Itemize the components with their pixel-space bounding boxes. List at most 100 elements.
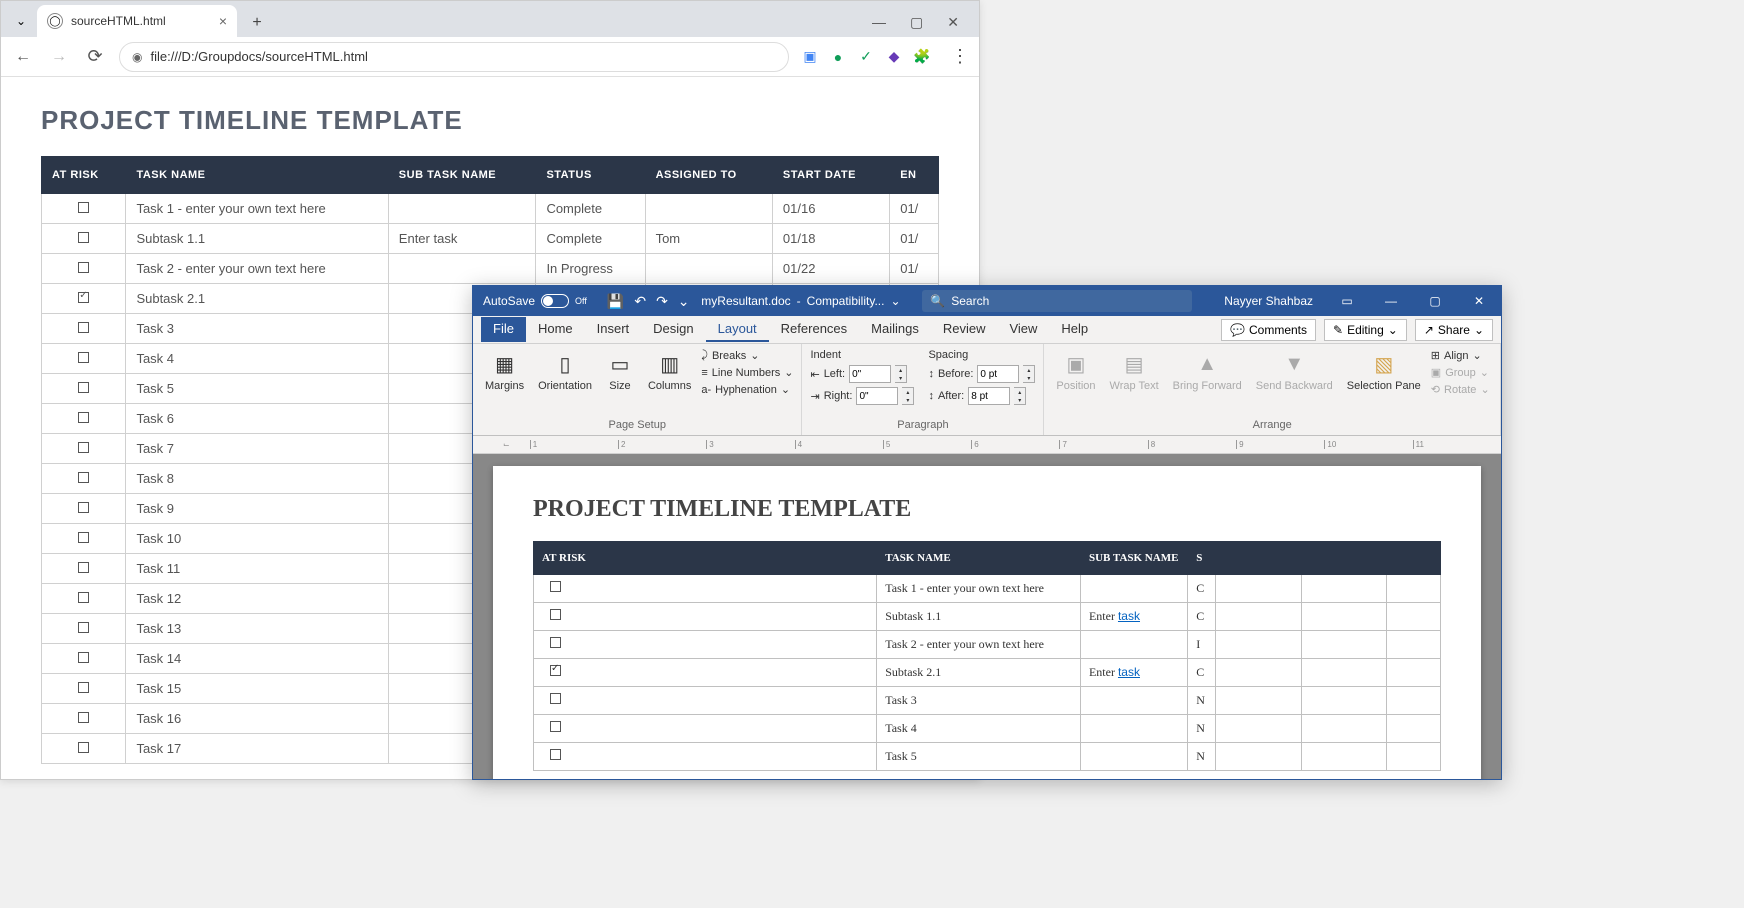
breaks-button[interactable]: ⤸Breaks ⌄: [701, 348, 793, 363]
reload-button[interactable]: ⟳: [83, 45, 107, 69]
indent-left-input[interactable]: [849, 365, 891, 383]
columns-button[interactable]: ▥Columns: [644, 348, 695, 394]
ribbon-tab-references[interactable]: References: [769, 317, 859, 342]
extension-icon[interactable]: ●: [829, 48, 847, 66]
ribbon-tab-insert[interactable]: Insert: [585, 317, 642, 342]
spinner[interactable]: ▴▾: [895, 365, 907, 383]
hyphenation-button[interactable]: a-Hyphenation ⌄: [701, 382, 793, 397]
wrap-text-button[interactable]: ▤Wrap Text: [1106, 348, 1163, 394]
comments-button[interactable]: 💬Comments: [1221, 319, 1316, 341]
qat-dropdown-icon[interactable]: ⌄: [678, 293, 690, 310]
margins-button[interactable]: ▦Margins: [481, 348, 528, 394]
extension-icon[interactable]: ▣: [801, 48, 819, 66]
at-risk-cell[interactable]: [42, 434, 126, 464]
selection-pane-button[interactable]: ▧Selection Pane: [1343, 348, 1425, 394]
search-input[interactable]: 🔍 Search: [922, 290, 1192, 312]
checkbox-icon: [78, 412, 89, 423]
ribbon-display-button[interactable]: ▭: [1325, 286, 1369, 316]
at-risk-cell[interactable]: [42, 464, 126, 494]
at-risk-cell[interactable]: [42, 644, 126, 674]
at-risk-cell[interactable]: [534, 687, 877, 715]
address-bar[interactable]: ◉ file:///D:/Groupdocs/sourceHTML.html: [119, 42, 789, 72]
at-risk-cell[interactable]: [42, 584, 126, 614]
close-button[interactable]: ✕: [947, 14, 959, 31]
rotate-button[interactable]: ⟲Rotate ⌄: [1431, 382, 1490, 397]
group-button[interactable]: ▣Group ⌄: [1431, 365, 1490, 380]
at-risk-cell[interactable]: [42, 194, 126, 224]
at-risk-cell[interactable]: [42, 674, 126, 704]
at-risk-cell[interactable]: [42, 494, 126, 524]
spinner[interactable]: ▴▾: [1023, 365, 1035, 383]
wrap-icon: ▤: [1120, 350, 1148, 378]
at-risk-cell[interactable]: [534, 743, 877, 771]
back-button[interactable]: ←: [11, 45, 35, 69]
bring-forward-button[interactable]: ▲Bring Forward: [1169, 348, 1246, 394]
at-risk-cell[interactable]: [42, 344, 126, 374]
at-risk-cell[interactable]: [42, 734, 126, 764]
close-button[interactable]: ✕: [1457, 286, 1501, 316]
at-risk-cell[interactable]: [42, 284, 126, 314]
at-risk-cell[interactable]: [42, 224, 126, 254]
at-risk-cell[interactable]: [534, 659, 877, 687]
user-name[interactable]: Nayyer Shahbaz: [1212, 294, 1325, 308]
at-risk-cell[interactable]: [534, 575, 877, 603]
send-backward-button[interactable]: ▼Send Backward: [1252, 348, 1337, 394]
chevron-down-icon[interactable]: ⌄: [890, 294, 900, 308]
spinner[interactable]: ▴▾: [1014, 387, 1026, 405]
checkbox-icon: [78, 322, 89, 333]
send-backward-icon: ▼: [1280, 350, 1308, 378]
ribbon-tab-design[interactable]: Design: [641, 317, 705, 342]
minimize-button[interactable]: —: [1369, 286, 1413, 316]
table-row: Subtask 1.1 Enter task C: [534, 603, 1441, 631]
new-tab-button[interactable]: +: [243, 9, 271, 37]
document-area[interactable]: PROJECT TIMELINE TEMPLATE AT RISKTASK NA…: [473, 454, 1501, 779]
at-risk-cell[interactable]: [534, 715, 877, 743]
redo-icon[interactable]: ↷: [656, 293, 668, 310]
browser-tab[interactable]: ◯ sourceHTML.html ×: [37, 5, 237, 37]
at-risk-cell[interactable]: [42, 524, 126, 554]
align-button[interactable]: ⊞Align ⌄: [1431, 348, 1490, 363]
maximize-button[interactable]: ▢: [910, 14, 923, 31]
orientation-button[interactable]: ▯Orientation: [534, 348, 596, 394]
at-risk-cell[interactable]: [42, 314, 126, 344]
tab-search-button[interactable]: ⌄: [9, 9, 33, 33]
extension-icon[interactable]: ✓: [857, 48, 875, 66]
checkbox-icon: [78, 352, 89, 363]
size-button[interactable]: ▭Size: [602, 348, 638, 394]
at-risk-cell[interactable]: [42, 404, 126, 434]
spacing-before-input[interactable]: [977, 365, 1019, 383]
indent-right-input[interactable]: [856, 387, 898, 405]
at-risk-cell[interactable]: [534, 603, 877, 631]
maximize-button[interactable]: ▢: [1413, 286, 1457, 316]
ribbon-tabs: FileHomeInsertDesignLayoutReferencesMail…: [473, 316, 1501, 344]
undo-icon[interactable]: ↶: [634, 293, 646, 310]
close-icon[interactable]: ×: [219, 13, 227, 29]
ribbon-tab-file[interactable]: File: [481, 317, 526, 342]
at-risk-cell[interactable]: [42, 254, 126, 284]
at-risk-cell[interactable]: [534, 631, 877, 659]
extension-icon[interactable]: ◆: [885, 48, 903, 66]
spinner[interactable]: ▴▾: [902, 387, 914, 405]
at-risk-cell[interactable]: [42, 704, 126, 734]
ribbon-tab-layout[interactable]: Layout: [706, 317, 769, 342]
ribbon-tab-home[interactable]: Home: [526, 317, 585, 342]
editing-button[interactable]: ✎Editing⌄: [1324, 319, 1407, 341]
at-risk-cell[interactable]: [42, 614, 126, 644]
position-button[interactable]: ▣Position: [1052, 348, 1099, 394]
save-icon[interactable]: 💾: [607, 293, 624, 310]
ribbon-tab-review[interactable]: Review: [931, 317, 998, 342]
at-risk-cell[interactable]: [42, 374, 126, 404]
ribbon-tab-mailings[interactable]: Mailings: [859, 317, 931, 342]
line-numbers-button[interactable]: ≡Line Numbers ⌄: [701, 365, 793, 380]
share-button[interactable]: ↗Share⌄: [1415, 319, 1493, 341]
at-risk-cell[interactable]: [42, 554, 126, 584]
menu-button[interactable]: ⋮: [951, 46, 969, 67]
ruler[interactable]: ⌙ 1234567891011: [473, 436, 1501, 454]
extensions-button[interactable]: 🧩: [913, 48, 931, 66]
ribbon-tab-view[interactable]: View: [997, 317, 1049, 342]
minimize-button[interactable]: —: [872, 14, 886, 31]
autosave-toggle[interactable]: AutoSave Off: [473, 294, 597, 308]
forward-button[interactable]: →: [47, 45, 71, 69]
ribbon-tab-help[interactable]: Help: [1049, 317, 1100, 342]
spacing-after-input[interactable]: [968, 387, 1010, 405]
